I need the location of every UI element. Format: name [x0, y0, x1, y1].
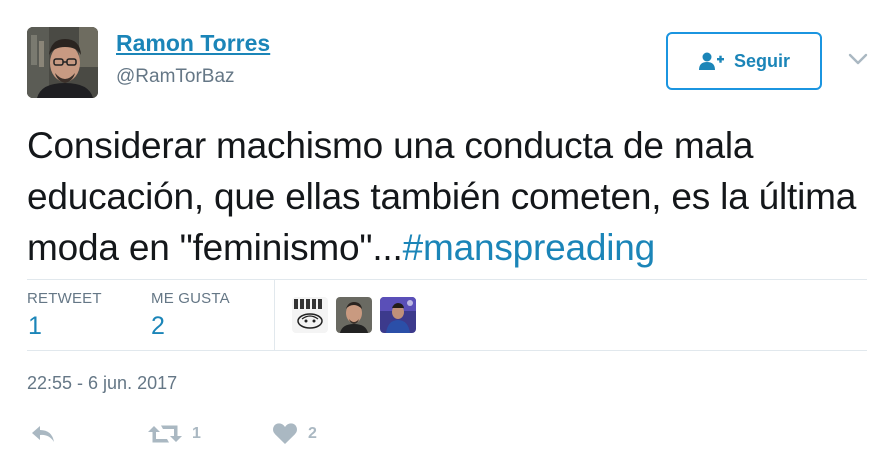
chevron-down-icon[interactable] [846, 50, 870, 68]
avatar-photo-icon [27, 27, 98, 98]
liker-avatar-2-icon [336, 297, 372, 333]
tweet-card: Ramon Torres @RamTorBaz Seguir Considera… [0, 0, 888, 475]
reply-button[interactable] [30, 420, 56, 448]
user-display-name[interactable]: Ramon Torres [116, 30, 270, 57]
like-button[interactable]: 2 [272, 420, 317, 448]
liker-avatar-3[interactable] [380, 297, 416, 333]
retweet-count: 1 [192, 425, 201, 442]
reply-icon [32, 426, 54, 442]
follow-button[interactable]: Seguir [666, 32, 822, 90]
add-user-icon [698, 52, 724, 70]
like-stat-value[interactable]: 2 [151, 312, 165, 341]
liker-avatar-3-icon [380, 297, 416, 333]
liker-avatar-1[interactable] [292, 297, 328, 333]
retweet-icon [148, 425, 182, 443]
liker-avatar-1-icon [292, 297, 328, 333]
retweet-stat-label: RETWEET [27, 290, 102, 307]
user-avatar[interactable] [27, 27, 98, 98]
divider-top [27, 279, 867, 280]
like-stat-label: ME GUSTA [151, 290, 230, 307]
divider-bottom [27, 350, 867, 351]
retweet-button[interactable]: 1 [148, 420, 201, 448]
liker-avatar-2[interactable] [336, 297, 372, 333]
tweet-timestamp[interactable]: 22:55 - 6 jun. 2017 [27, 373, 177, 394]
tweet-text: Considerar machismo una conducta de mala… [27, 120, 877, 273]
like-count: 2 [308, 425, 317, 442]
heart-icon [272, 423, 298, 444]
hashtag-link[interactable]: #manspreading [403, 227, 656, 268]
follow-button-label: Seguir [733, 50, 790, 71]
user-handle[interactable]: @RamTorBaz [116, 66, 235, 88]
retweet-stat-value[interactable]: 1 [28, 312, 42, 341]
stats-vertical-divider [274, 280, 275, 350]
